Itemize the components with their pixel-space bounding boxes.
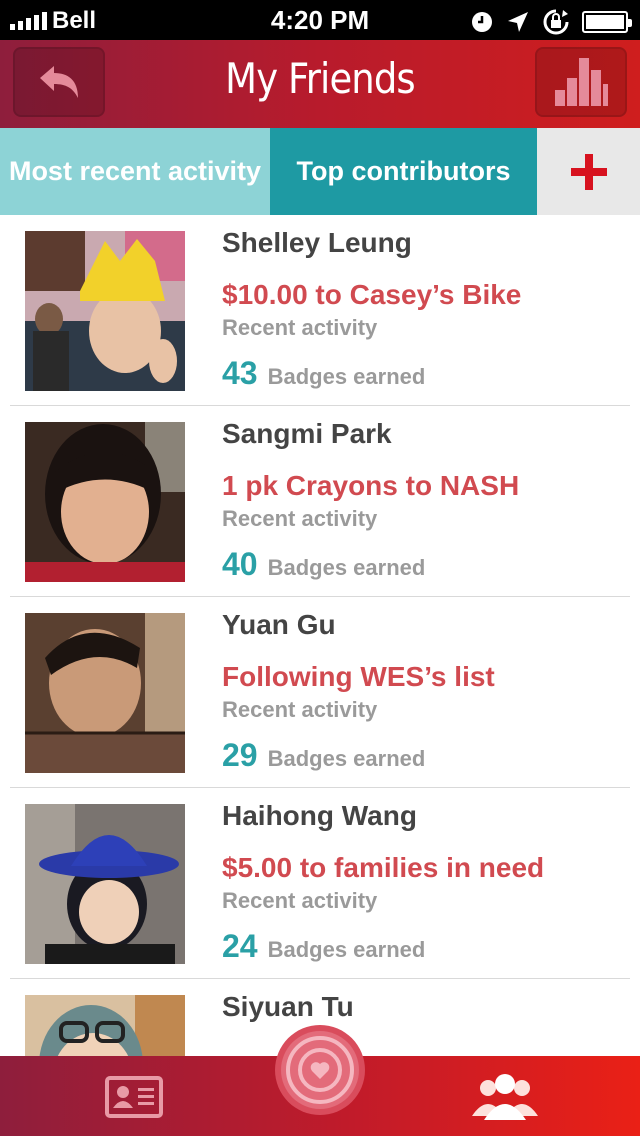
badges-earned: 29 Badges earned: [222, 737, 425, 774]
badges-earned: 24 Badges earned: [222, 928, 425, 965]
friends-list[interactable]: Shelley Leung $10.00 to Casey’s Bike Rec…: [0, 215, 640, 1056]
badge-count: 29: [222, 737, 258, 773]
list-item[interactable]: Yuan Gu Following WES’s list Recent acti…: [0, 597, 640, 788]
friend-name: Sangmi Park: [222, 418, 392, 449]
badge-count: 40: [222, 546, 258, 582]
avatar: [25, 995, 185, 1056]
recent-activity-label: Recent activity: [222, 888, 378, 913]
tab-top-contributors[interactable]: Top contributors: [270, 128, 537, 215]
avatar: [25, 804, 185, 964]
badge-label: Badges earned: [267, 937, 426, 962]
id-card-icon[interactable]: [105, 1076, 163, 1118]
friend-name: Siyuan Tu: [222, 991, 354, 1022]
location-arrow-icon: [508, 12, 528, 32]
badges-earned: 40 Badges earned: [222, 546, 425, 583]
stats-button[interactable]: [535, 47, 627, 117]
recent-activity-text[interactable]: $10.00 to Casey’s Bike: [222, 279, 521, 311]
status-bar: Bell 4:20 PM: [0, 0, 640, 40]
list-item[interactable]: Shelley Leung $10.00 to Casey’s Bike Rec…: [0, 215, 640, 406]
badge-label: Badges earned: [267, 555, 426, 580]
heart-target-icon: [286, 1036, 354, 1104]
recent-activity-text[interactable]: 1 pk Crayons to NASH: [222, 470, 519, 502]
list-item[interactable]: Haihong Wang $5.00 to families in need R…: [0, 788, 640, 979]
friend-name: Yuan Gu: [222, 609, 336, 640]
recent-activity-label: Recent activity: [222, 315, 378, 340]
give-button[interactable]: [281, 1031, 359, 1109]
bar-chart-icon: [555, 58, 608, 106]
add-friend-button[interactable]: [537, 128, 640, 215]
people-icon[interactable]: [470, 1074, 540, 1120]
filter-tabs: Most recent activity Top contributors: [0, 128, 640, 215]
badge-label: Badges earned: [267, 364, 426, 389]
plus-icon: [570, 153, 607, 190]
tab-most-recent-activity[interactable]: Most recent activity: [0, 128, 270, 215]
nav-bar: My Friends: [0, 40, 640, 128]
recent-activity-text[interactable]: $5.00 to families in need: [222, 852, 544, 884]
avatar: [25, 231, 185, 391]
badge-count: 43: [222, 355, 258, 391]
alarm-clock-icon: [472, 12, 492, 32]
rotation-lock-icon: [543, 9, 569, 35]
recent-activity-text[interactable]: Following WES’s list: [222, 661, 495, 693]
badge-count: 24: [222, 928, 258, 964]
badges-earned: 43 Badges earned: [222, 355, 425, 392]
page-title: My Friends: [225, 54, 416, 103]
recent-activity-label: Recent activity: [222, 506, 378, 531]
avatar: [25, 422, 185, 582]
avatar: [25, 613, 185, 773]
badge-label: Badges earned: [267, 746, 426, 771]
list-item[interactable]: Sangmi Park 1 pk Crayons to NASH Recent …: [0, 406, 640, 597]
friend-name: Haihong Wang: [222, 800, 417, 831]
friend-name: Shelley Leung: [222, 227, 412, 258]
battery-icon: [582, 11, 632, 33]
recent-activity-label: Recent activity: [222, 697, 378, 722]
